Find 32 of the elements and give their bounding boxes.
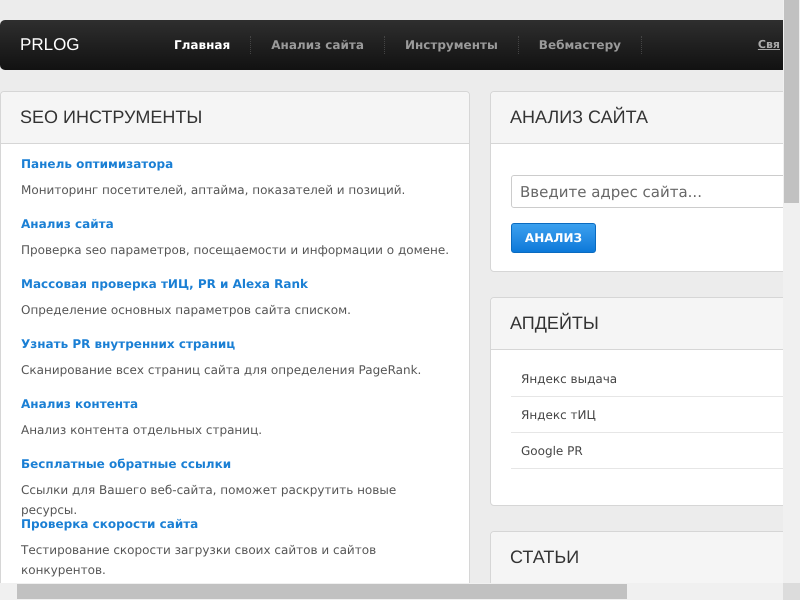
url-input-field[interactable]: Введите адрес сайта... [511,175,783,208]
tool-description: Сканирование всех страниц сайта для определения PageRank. [21,362,422,379]
analyze-button[interactable]: АНАЛИЗ [511,223,596,253]
tool-link[interactable]: Бесплатные обратные ссылки [21,455,232,473]
site-logo[interactable]: PRLOG [20,32,154,58]
nav-link[interactable]: Вебмастеру [518,36,642,54]
nav-link[interactable]: Анализ сайта [251,36,385,54]
update-link[interactable]: Google PR [521,442,583,460]
tool-description: Проверка seo параметров, посещаемости и информации о домене. [21,242,450,259]
vertical-scrollbar[interactable] [783,0,800,583]
scrollbar-thumb[interactable] [17,584,627,599]
tool-link[interactable]: Анализ сайта [21,215,114,233]
tool-link[interactable]: Узнать PR внутренних страниц [21,335,236,353]
tool-description: Анализ контента отдельных страниц. [21,422,264,439]
tool-link[interactable]: Массовая проверка тИЦ, PR и Alexa Rank [21,275,308,293]
nav-link[interactable]: Инструменты [384,36,519,54]
tool-link[interactable]: Анализ контента [21,395,138,413]
panel-title: АПДЕЙТЫ [510,312,599,335]
tool-description: Определение основных параметров сайта списком. [21,302,352,319]
tool-description: Мониторинг посетителей, аптайма, показателей и позиций. [21,182,406,199]
update-link[interactable]: Яндекс выдача [521,370,618,388]
scrollbar-thumb[interactable] [784,0,799,203]
nav-link[interactable]: Главная [154,36,252,54]
panel-title: АНАЛИЗ САЙТА [510,106,648,129]
tool-link[interactable]: Панель оптимизатора [21,155,174,173]
panel-title: SEO ИНСТРУМЕНТЫ [20,106,202,129]
horizontal-scrollbar[interactable] [0,583,783,600]
scrollbar-corner [783,583,800,600]
nav-link[interactable]: Свя [758,36,780,54]
panel-title: СТАТЬИ [510,546,580,569]
update-link[interactable]: Яндекс тИЦ [521,406,596,424]
tool-description: Тестирование скорости загрузки своих сайтов и сайтов конкурентов. [21,542,378,579]
